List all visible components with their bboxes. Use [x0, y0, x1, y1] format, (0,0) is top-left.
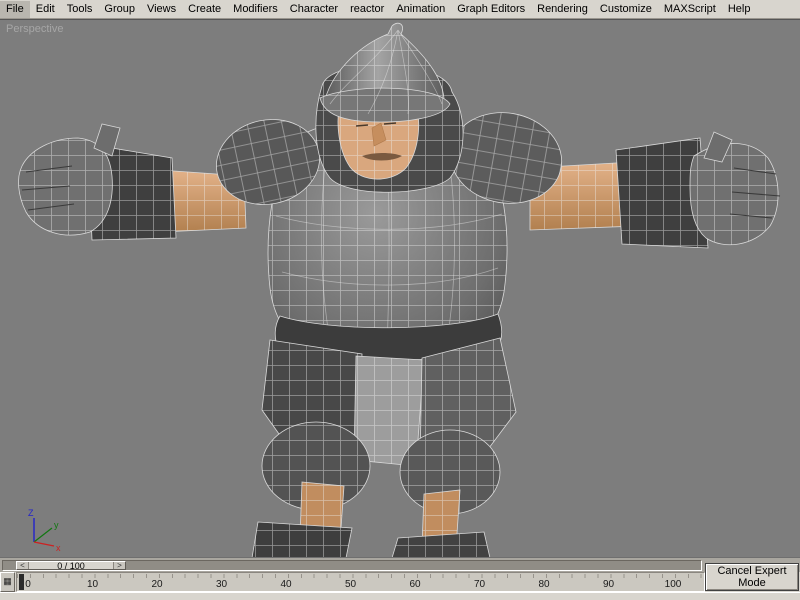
trackbar-tick-70: 70: [473, 579, 486, 590]
time-slider-handle[interactable]: < 0 / 100 >: [16, 561, 126, 571]
trackbar-tick-10: 10: [86, 579, 99, 590]
menu-group[interactable]: Group: [98, 1, 141, 18]
arm-right[interactable]: [529, 131, 781, 249]
time-slider-track[interactable]: < 0 / 100 >: [2, 560, 702, 571]
menu-edit[interactable]: Edit: [30, 1, 61, 18]
viewport-label[interactable]: Perspective: [6, 23, 63, 35]
trackbar-tick-30: 30: [215, 579, 228, 590]
trackbar-tick-20: 20: [151, 579, 163, 590]
menu-file[interactable]: File: [0, 0, 30, 18]
menu-animation[interactable]: Animation: [390, 1, 451, 18]
track-bar[interactable]: 0 10 20 30 40 50 60 70 80 90 100: [16, 572, 705, 592]
menu-modifiers[interactable]: Modifiers: [227, 1, 284, 18]
trackbar-tick-100: 100: [664, 579, 682, 590]
trackbar-tick-80: 80: [538, 579, 550, 590]
arm-left[interactable]: [18, 123, 247, 241]
menu-views[interactable]: Views: [141, 1, 182, 18]
menu-create[interactable]: Create: [182, 1, 227, 18]
trackbar-tick-50: 50: [344, 579, 357, 590]
app-window: File Edit Tools Group Views Create Modif…: [0, 0, 800, 600]
menu-bar: File Edit Tools Group Views Create Modif…: [0, 0, 800, 19]
menu-graph-editors[interactable]: Graph Editors: [451, 1, 531, 18]
axis-x-label: x: [56, 543, 61, 553]
current-frame-marker[interactable]: [19, 574, 24, 590]
viewport-canvas[interactable]: Z y x: [0, 20, 800, 558]
status-bar: [0, 592, 800, 600]
axis-gizmo: Z y x: [28, 508, 61, 553]
cancel-expert-mode-button[interactable]: Cancel Expert Mode: [705, 563, 799, 591]
frame-forward-button[interactable]: >: [113, 562, 125, 570]
menu-help[interactable]: Help: [722, 1, 757, 18]
frame-back-button[interactable]: <: [17, 562, 29, 570]
helmet[interactable]: [319, 22, 451, 123]
trackbar-tick-0: 0: [25, 579, 31, 590]
axis-y-label: y: [54, 520, 59, 530]
menu-reactor[interactable]: reactor: [344, 1, 390, 18]
axis-z-label: Z: [28, 508, 34, 518]
trackbar-tick-40: 40: [280, 579, 292, 590]
menu-customize[interactable]: Customize: [594, 1, 658, 18]
menu-rendering[interactable]: Rendering: [531, 1, 594, 18]
trackbar-tick-60: 60: [409, 579, 421, 590]
perspective-viewport[interactable]: Perspective Z y x: [0, 19, 800, 558]
time-slider-row: < 0 / 100 >: [0, 557, 800, 572]
character-mesh[interactable]: [18, 22, 781, 558]
curve-editor-icon: ▦: [3, 576, 12, 586]
mini-curve-editor-button[interactable]: ▦: [0, 572, 15, 592]
menu-tools[interactable]: Tools: [61, 1, 99, 18]
menu-maxscript[interactable]: MAXScript: [658, 1, 722, 18]
trackbar-tick-90: 90: [602, 579, 615, 590]
time-slider-label: 0 / 100: [57, 561, 85, 571]
menu-character[interactable]: Character: [284, 1, 344, 18]
